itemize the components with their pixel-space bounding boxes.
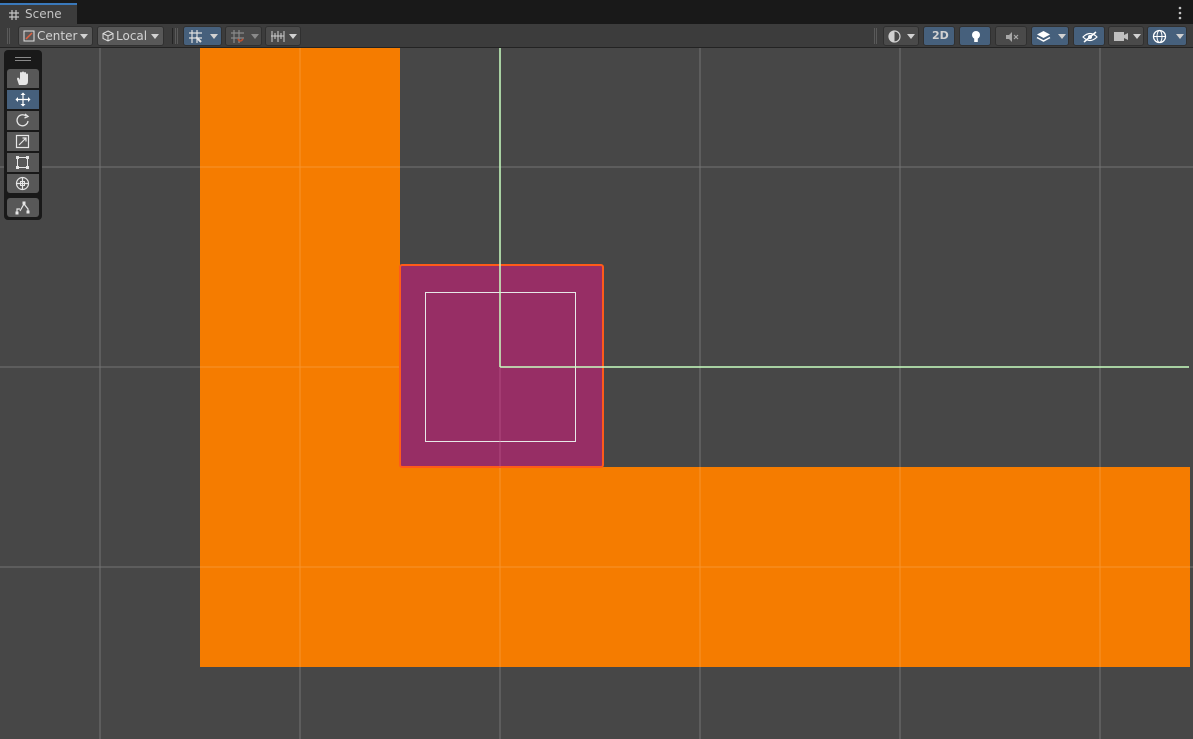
toolbar-grip[interactable] (175, 28, 178, 44)
scene-toolbar: Center Local 2D (0, 24, 1193, 48)
chevron-down-icon (251, 34, 259, 39)
kebab-menu-icon[interactable] (1178, 6, 1182, 20)
chevron-down-icon (1176, 34, 1184, 39)
panel-drag-handle[interactable] (15, 57, 31, 61)
shading-sphere-icon (888, 30, 901, 43)
grid-hash-icon (9, 10, 19, 20)
pivot-center-icon (23, 30, 35, 42)
2d-label: 2D (932, 29, 949, 42)
custom-tool-button[interactable] (7, 198, 39, 217)
pivot-rotation-dropdown[interactable]: Local (97, 26, 164, 46)
move-arrows-icon (15, 92, 31, 107)
grid-snapping-button[interactable] (183, 26, 222, 46)
scale-icon (15, 134, 30, 149)
grid-snap-icon (189, 30, 202, 43)
gizmos-dropdown[interactable] (1147, 26, 1187, 46)
toolbar-grip[interactable] (7, 28, 10, 44)
gizmo-globe-icon (1152, 29, 1167, 44)
scene-canvas[interactable] (0, 48, 1193, 739)
chevron-down-icon (289, 34, 297, 39)
chevron-down-icon (210, 34, 218, 39)
snap-settings-button[interactable] (265, 26, 301, 46)
lightbulb-icon (972, 31, 980, 42)
snap-increment-icon (231, 30, 244, 43)
custom-editor-tool-icon (15, 201, 30, 215)
tab-scene[interactable]: Scene (0, 3, 77, 24)
selected-sprite[interactable] (399, 264, 604, 468)
pivot-mode-dropdown[interactable]: Center (18, 26, 93, 46)
scene-viewport[interactable] (0, 48, 1193, 739)
layers-effects-icon (1036, 31, 1051, 42)
audio-mute-icon (1006, 32, 1019, 42)
hand-icon (17, 71, 28, 85)
window-tab-bar: Scene (0, 0, 1193, 26)
chevron-down-icon (151, 34, 159, 39)
transform-tool-button[interactable] (7, 174, 39, 193)
view-tool-button[interactable] (7, 69, 39, 88)
transform-icon (15, 176, 30, 191)
tools-overlay-panel (4, 50, 42, 220)
rotate-icon (16, 113, 30, 127)
scene-visibility-button[interactable] (1073, 26, 1105, 46)
toolbar-separator (172, 28, 173, 44)
draw-mode-dropdown[interactable] (883, 26, 919, 46)
chevron-down-icon (907, 34, 915, 39)
chevron-down-icon (1058, 34, 1066, 39)
rect-tool-button[interactable] (7, 153, 39, 172)
2d-toggle-button[interactable]: 2D (923, 26, 955, 46)
camera-settings-dropdown[interactable] (1108, 26, 1144, 46)
ruler-snap-icon (271, 31, 285, 42)
scale-tool-button[interactable] (7, 132, 39, 151)
rect-transform-icon (16, 156, 29, 169)
audio-toggle-button[interactable] (995, 26, 1027, 46)
lighting-toggle-button[interactable] (959, 26, 991, 46)
eye-hidden-icon (1082, 31, 1098, 43)
move-tool-button[interactable] (7, 90, 39, 109)
local-cube-icon (102, 30, 114, 42)
camera-icon (1114, 32, 1128, 41)
toolbar-grip[interactable] (874, 28, 877, 44)
effects-toggle-button[interactable] (1031, 26, 1069, 46)
rotate-tool-button[interactable] (7, 111, 39, 130)
chevron-down-icon (1133, 34, 1141, 39)
tab-scene-label: Scene (25, 7, 62, 21)
incremental-snap-button[interactable] (225, 26, 262, 46)
chevron-down-icon (80, 34, 88, 39)
pivot-rotation-label: Local (116, 29, 148, 43)
pivot-mode-label: Center (37, 29, 78, 43)
